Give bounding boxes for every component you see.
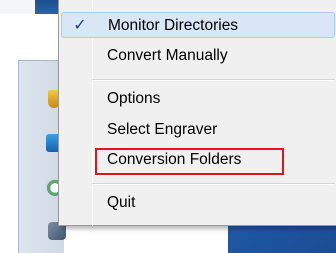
menu-item-convert-manually[interactable]: Convert Manually xyxy=(61,43,335,69)
highlight-box xyxy=(95,148,284,175)
checkmark-icon: ✓ xyxy=(73,17,87,34)
menu-item-label: Convert Manually xyxy=(107,47,228,64)
menu-item-quit[interactable]: Quit xyxy=(61,190,335,216)
window-edge xyxy=(0,0,35,14)
menu-item-options[interactable]: Options xyxy=(61,86,335,112)
menu-item-label: Quit xyxy=(107,194,136,211)
menu-separator xyxy=(92,183,335,185)
menu-item-label: Options xyxy=(107,90,161,107)
menu-item-label: Monitor Directories xyxy=(108,17,239,34)
menu-item-select-engraver[interactable]: Select Engraver xyxy=(61,117,335,143)
menu-separator xyxy=(92,79,335,81)
menu-item-monitor-directories[interactable]: ✓ Monitor Directories xyxy=(61,12,335,38)
menu-item-label: Select Engraver xyxy=(107,121,218,138)
context-menu: ✓ Monitor Directories Convert Manually O… xyxy=(58,0,336,226)
